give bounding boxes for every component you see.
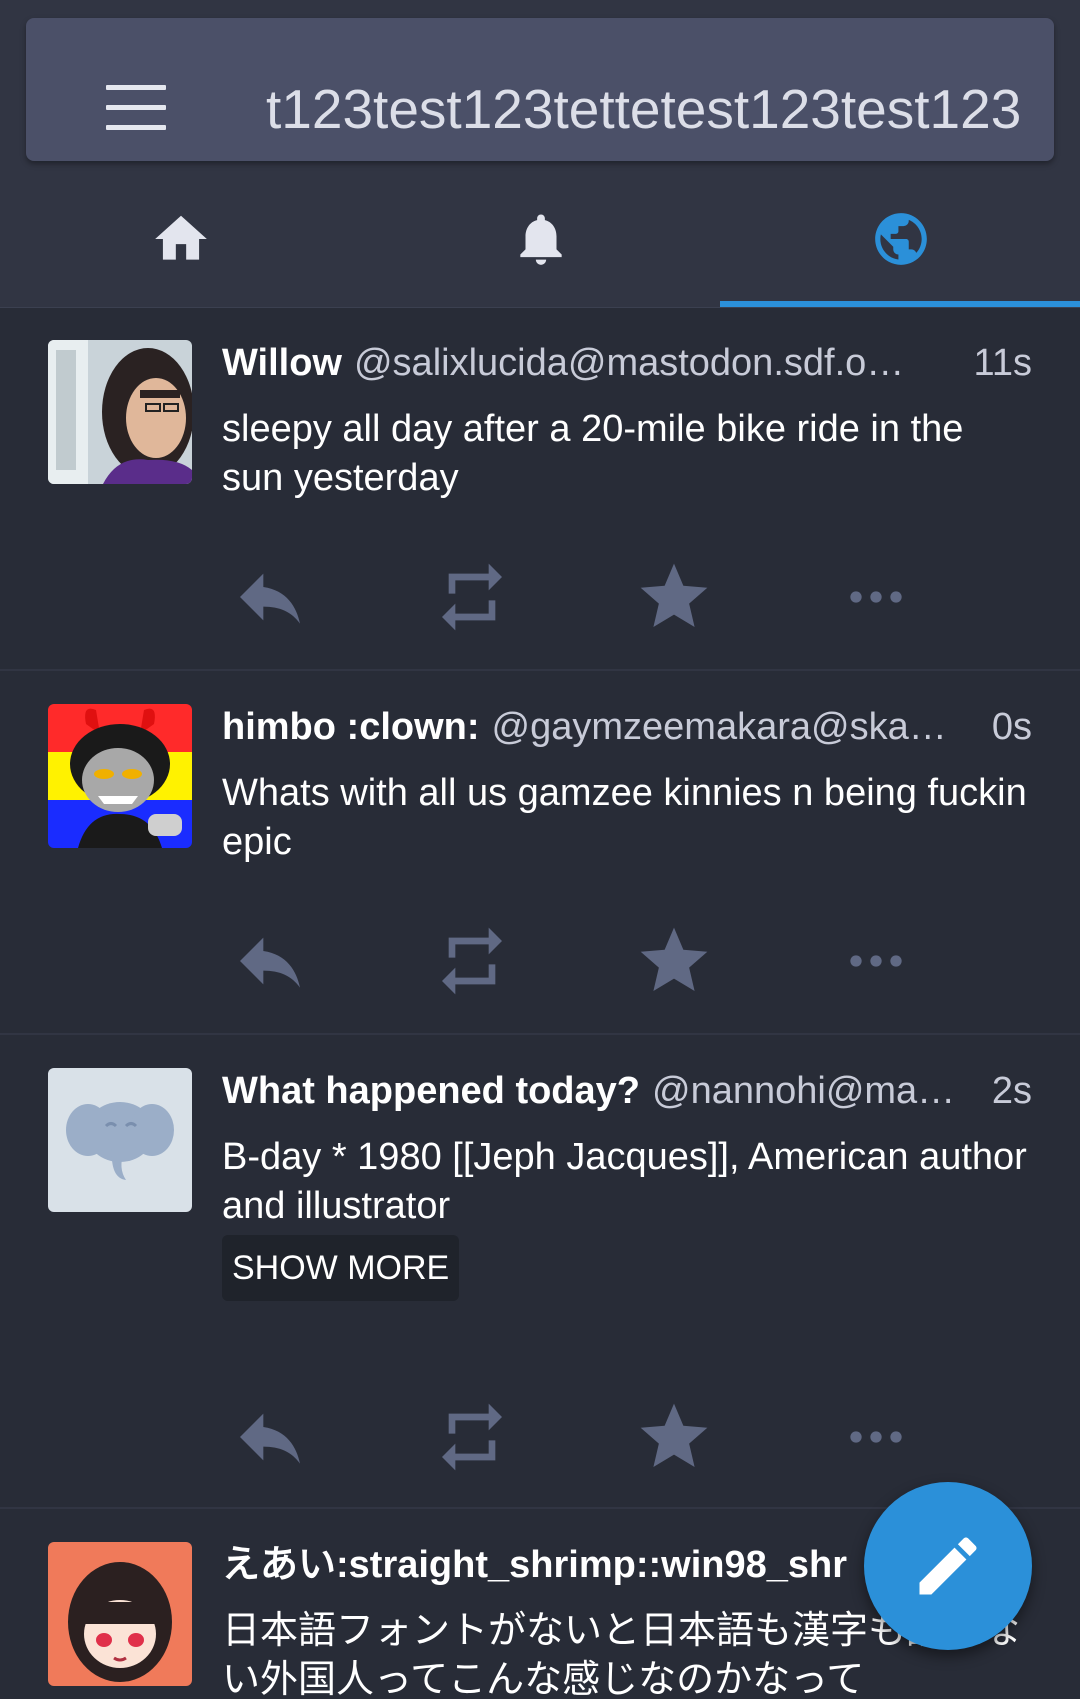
tab-federated[interactable] — [720, 176, 1080, 307]
reply-icon — [240, 937, 300, 988]
compose-pencil-icon — [919, 1537, 977, 1595]
top-bar: t123test123tettetest123test123 — [0, 0, 1080, 176]
home-icon — [155, 215, 207, 260]
account-handle[interactable]: @salixlucida@mastodon.sdf.o… — [354, 333, 970, 393]
status-content: Whats with all us gamzee kinnies n being… — [222, 772, 1027, 863]
status-content: sleepy all day after a 20-mile bike ride… — [222, 408, 964, 499]
avatar[interactable] — [48, 340, 192, 484]
favourite-icon — [640, 1403, 708, 1467]
more-icon — [850, 955, 902, 967]
reply-icon — [240, 573, 300, 624]
reply-button[interactable] — [230, 921, 310, 1001]
status-header: himbo :clown: @gaymzeemakara@ska… 0s — [222, 697, 1032, 757]
tab-bar — [0, 176, 1080, 308]
favourite-button[interactable] — [634, 1397, 714, 1477]
show-more-button[interactable]: SHOW MORE — [222, 1235, 460, 1301]
boost-icon — [442, 1403, 502, 1471]
status-actions — [0, 921, 1080, 1001]
more-icon — [850, 591, 902, 603]
account-handle[interactable]: @gaymzeemakara@ska… — [492, 697, 988, 757]
reply-button[interactable] — [230, 1397, 310, 1477]
more-icon — [850, 1431, 902, 1443]
avatar[interactable] — [48, 704, 192, 848]
hamburger-menu-icon[interactable] — [106, 85, 166, 130]
boost-icon — [442, 927, 502, 995]
timestamp[interactable]: 11s — [974, 333, 1032, 393]
display-name[interactable]: えあい:straight_shrimp::win98_shr — [222, 1535, 847, 1595]
timestamp[interactable]: 2s — [992, 1061, 1032, 1121]
search-bar[interactable]: t123test123tettetest123test123 — [26, 18, 1054, 161]
bell-icon — [520, 214, 562, 265]
status-actions — [0, 557, 1080, 637]
status-item[interactable]: What happened today? @nannohi@ma… 2s B-d… — [0, 1035, 1080, 1509]
globe-icon — [875, 213, 927, 265]
search-input[interactable]: t123test123tettetest123test123 — [266, 76, 1036, 142]
favourite-button[interactable] — [634, 557, 714, 637]
tab-home[interactable] — [0, 176, 360, 307]
compose-button[interactable] — [864, 1482, 1032, 1650]
status-item[interactable]: himbo :clown: @gaymzeemakara@ska… 0s Wha… — [0, 671, 1080, 1035]
boost-button[interactable] — [432, 1397, 512, 1477]
boost-button[interactable] — [432, 921, 512, 1001]
more-button[interactable] — [836, 557, 916, 637]
favourite-button[interactable] — [634, 921, 714, 1001]
display-name[interactable]: What happened today? — [222, 1061, 640, 1121]
status-actions — [0, 1397, 1080, 1477]
display-name[interactable]: himbo :clown: — [222, 697, 480, 757]
avatar[interactable] — [48, 1068, 192, 1212]
more-button[interactable] — [836, 921, 916, 1001]
favourite-icon — [640, 563, 708, 627]
boost-icon — [442, 563, 502, 631]
timestamp[interactable]: 0s — [992, 697, 1032, 757]
display-name[interactable]: Willow — [222, 333, 342, 393]
status-header: Willow @salixlucida@mastodon.sdf.o… 11s — [222, 333, 1032, 393]
status-content: B-day * 1980 [[Jeph Jacques]], American … — [222, 1136, 1027, 1227]
more-button[interactable] — [836, 1397, 916, 1477]
account-handle[interactable]: @nannohi@ma… — [652, 1061, 988, 1121]
reply-button[interactable] — [230, 557, 310, 637]
status-item[interactable]: Willow @salixlucida@mastodon.sdf.o… 11s … — [0, 307, 1080, 671]
tab-notifications[interactable] — [360, 176, 720, 307]
boost-button[interactable] — [432, 557, 512, 637]
avatar[interactable] — [48, 1542, 192, 1686]
reply-icon — [240, 1413, 300, 1464]
status-header: What happened today? @nannohi@ma… 2s — [222, 1061, 1032, 1121]
favourite-icon — [640, 927, 708, 991]
